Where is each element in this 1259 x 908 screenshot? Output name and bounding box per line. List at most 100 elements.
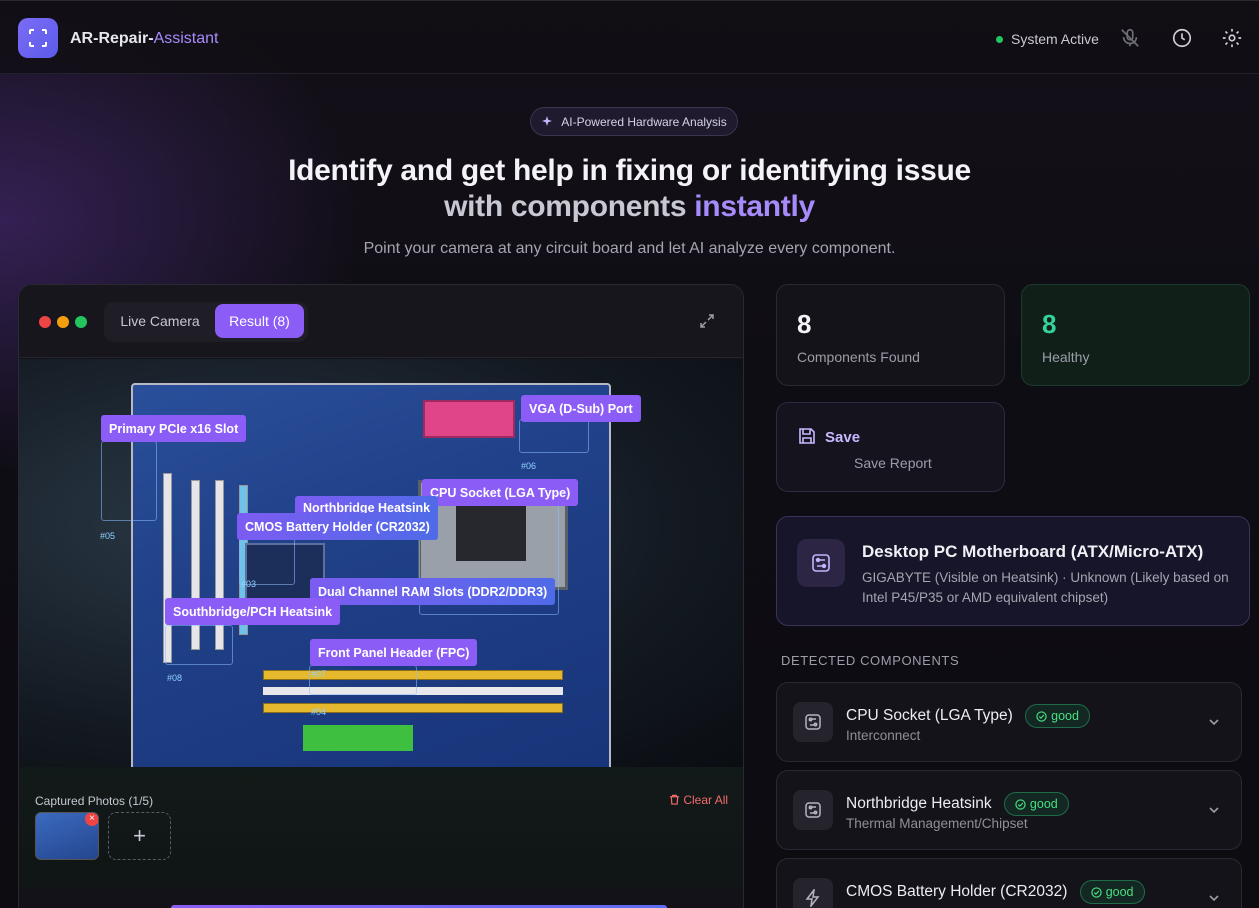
- marker-number: #08: [167, 673, 183, 683]
- power-connector-visual: [303, 725, 413, 751]
- component-icon-box: [793, 702, 833, 742]
- component-icon-box: [793, 878, 833, 908]
- device-card: Desktop PC Motherboard (ATX/Micro-ATX) G…: [776, 516, 1250, 626]
- trash-icon: [669, 794, 680, 805]
- device-subtitle: GIGABYTE (Visible on Heatsink) · Unknown…: [862, 570, 1229, 605]
- camera-tabs: Live Camera Result (8): [104, 302, 308, 342]
- detected-components-heading: DETECTED COMPONENTS: [781, 653, 960, 668]
- status-dot: [996, 35, 1003, 43]
- marker-number: #05: [100, 531, 116, 541]
- app-title-accent: Assistant: [153, 30, 219, 47]
- healthy-label: Healthy: [1042, 349, 1090, 365]
- component-name: Northbridge Heatsink: [846, 795, 992, 813]
- remove-photo-icon[interactable]: ×: [85, 813, 98, 826]
- save-icon: [799, 428, 815, 444]
- add-photo-button[interactable]: +: [108, 812, 171, 860]
- chevron-down-icon[interactable]: [1207, 891, 1221, 905]
- captured-photos-title: Captured Photos (1/5): [35, 794, 154, 808]
- detection-box: [165, 625, 233, 665]
- photo-thumbnail[interactable]: ×: [35, 812, 99, 860]
- component-label[interactable]: Primary PCIe x16 Slot: [101, 415, 247, 442]
- component-category: Interconnect: [846, 728, 921, 743]
- component-name: CMOS Battery Holder (CR2032): [846, 883, 1068, 901]
- chevron-down-icon[interactable]: [1207, 803, 1221, 817]
- component-label[interactable]: VGA (D-Sub) Port: [521, 395, 641, 422]
- save-title: Save: [825, 429, 861, 446]
- hero-title-line1: Identify and get help in fixing or ident…: [288, 154, 971, 187]
- hero-title-line2: with components instantly: [0, 190, 1259, 224]
- chip-icon: [812, 554, 830, 572]
- top-bar: AR-Repair-Assistant System Active: [0, 0, 1259, 74]
- component-label[interactable]: CMOS Battery Holder (CR2032): [237, 513, 438, 540]
- clear-all-label: Clear All: [683, 793, 729, 807]
- history-icon[interactable]: [1171, 27, 1193, 49]
- window-dot-yellow: [57, 316, 69, 328]
- component-icon-box: [793, 790, 833, 830]
- vga-port-visual: [423, 400, 515, 438]
- device-icon-box: [797, 539, 845, 587]
- healthy-card: 8 Healthy: [1021, 284, 1250, 386]
- tab-result[interactable]: Result (8): [215, 304, 304, 338]
- component-label[interactable]: Southbridge/PCH Heatsink: [165, 598, 341, 625]
- hero-title-line2-plain: with components: [444, 190, 695, 223]
- tab-live-camera[interactable]: Live Camera: [110, 304, 210, 338]
- component-name-line: CMOS Battery Holder (CR2032) good: [846, 880, 1145, 904]
- component-label[interactable]: Front Panel Header (FPC): [310, 639, 478, 666]
- app-title-main: AR-Repair-: [70, 30, 154, 47]
- ai-badge: AI-Powered Hardware Analysis: [530, 107, 738, 136]
- ram-slot-visual: [263, 703, 563, 713]
- marker-number: #07: [311, 669, 327, 679]
- marker-number: #03: [241, 579, 257, 589]
- detection-box: [101, 441, 157, 521]
- clear-all-button[interactable]: Clear All: [669, 793, 728, 807]
- camera-panel: Live Camera Result (8) #05 #06 #03 #08 #…: [18, 284, 744, 908]
- camera-result-view[interactable]: #05 #06 #03 #08 #07 #04 Primary PCIe x16…: [19, 359, 743, 767]
- components-found-value: 8: [797, 309, 812, 339]
- check-circle-icon: [1091, 886, 1102, 898]
- status-badge-label: good: [1105, 885, 1134, 899]
- hero-subtitle: Point your camera at any circuit board a…: [363, 240, 896, 257]
- healthy-value: 8: [1042, 309, 1057, 339]
- window-dot-red: [39, 316, 51, 328]
- component-row[interactable]: Northbridge Heatsink good Thermal Manage…: [776, 770, 1242, 850]
- chevron-down-icon[interactable]: [1207, 715, 1221, 729]
- window-dot-green: [75, 316, 87, 328]
- bolt-icon: [805, 889, 820, 907]
- settings-icon[interactable]: [1221, 27, 1243, 49]
- component-name: CPU Socket (LGA Type): [846, 707, 1013, 725]
- status-text: System Active: [1011, 31, 1099, 47]
- scan-icon: [29, 29, 47, 47]
- camera-panel-header: Live Camera Result (8): [19, 285, 743, 358]
- component-name-line: Northbridge Heatsink good: [846, 792, 1069, 816]
- system-status: System Active: [996, 31, 1099, 47]
- status-badge: good: [1003, 792, 1069, 816]
- ai-badge-text: AI-Powered Hardware Analysis: [561, 114, 727, 129]
- component-category: Thermal Management/Chipset: [846, 816, 1028, 831]
- component-label[interactable]: CPU Socket (LGA Type): [422, 479, 579, 506]
- sparkles-icon: [542, 115, 553, 126]
- check-circle-icon: [1015, 798, 1026, 810]
- component-row[interactable]: CMOS Battery Holder (CR2032) good: [776, 858, 1242, 908]
- detection-box: [519, 419, 589, 453]
- status-badge: good: [1025, 704, 1090, 728]
- components-found-card: 8 Components Found: [776, 284, 1005, 386]
- check-circle-icon: [1036, 710, 1047, 722]
- expand-icon[interactable]: [699, 313, 715, 329]
- components-found-label: Components Found: [797, 349, 920, 365]
- save-subtitle: Save Report: [854, 455, 932, 471]
- mic-off-icon[interactable]: [1119, 27, 1141, 49]
- device-title: Desktop PC Motherboard (ATX/Micro-ATX): [862, 542, 1204, 561]
- detection-box: [239, 537, 295, 585]
- status-badge-label: good: [1029, 797, 1058, 811]
- captured-photos-section: Captured Photos (1/5) Clear All × +: [19, 767, 743, 887]
- component-row[interactable]: CPU Socket (LGA Type) good Interconnect: [776, 682, 1242, 762]
- save-report-button[interactable]: Save Save Report: [776, 402, 1005, 492]
- hero-title-highlight: instantly: [694, 190, 815, 223]
- chip-icon: [805, 714, 821, 730]
- component-name-line: CPU Socket (LGA Type) good: [846, 704, 1090, 728]
- marker-number: #04: [311, 707, 327, 717]
- status-badge: good: [1079, 880, 1145, 904]
- status-badge-label: good: [1051, 709, 1079, 723]
- marker-number: #06: [521, 461, 537, 471]
- component-label[interactable]: Dual Channel RAM Slots (DDR2/DDR3): [310, 578, 556, 605]
